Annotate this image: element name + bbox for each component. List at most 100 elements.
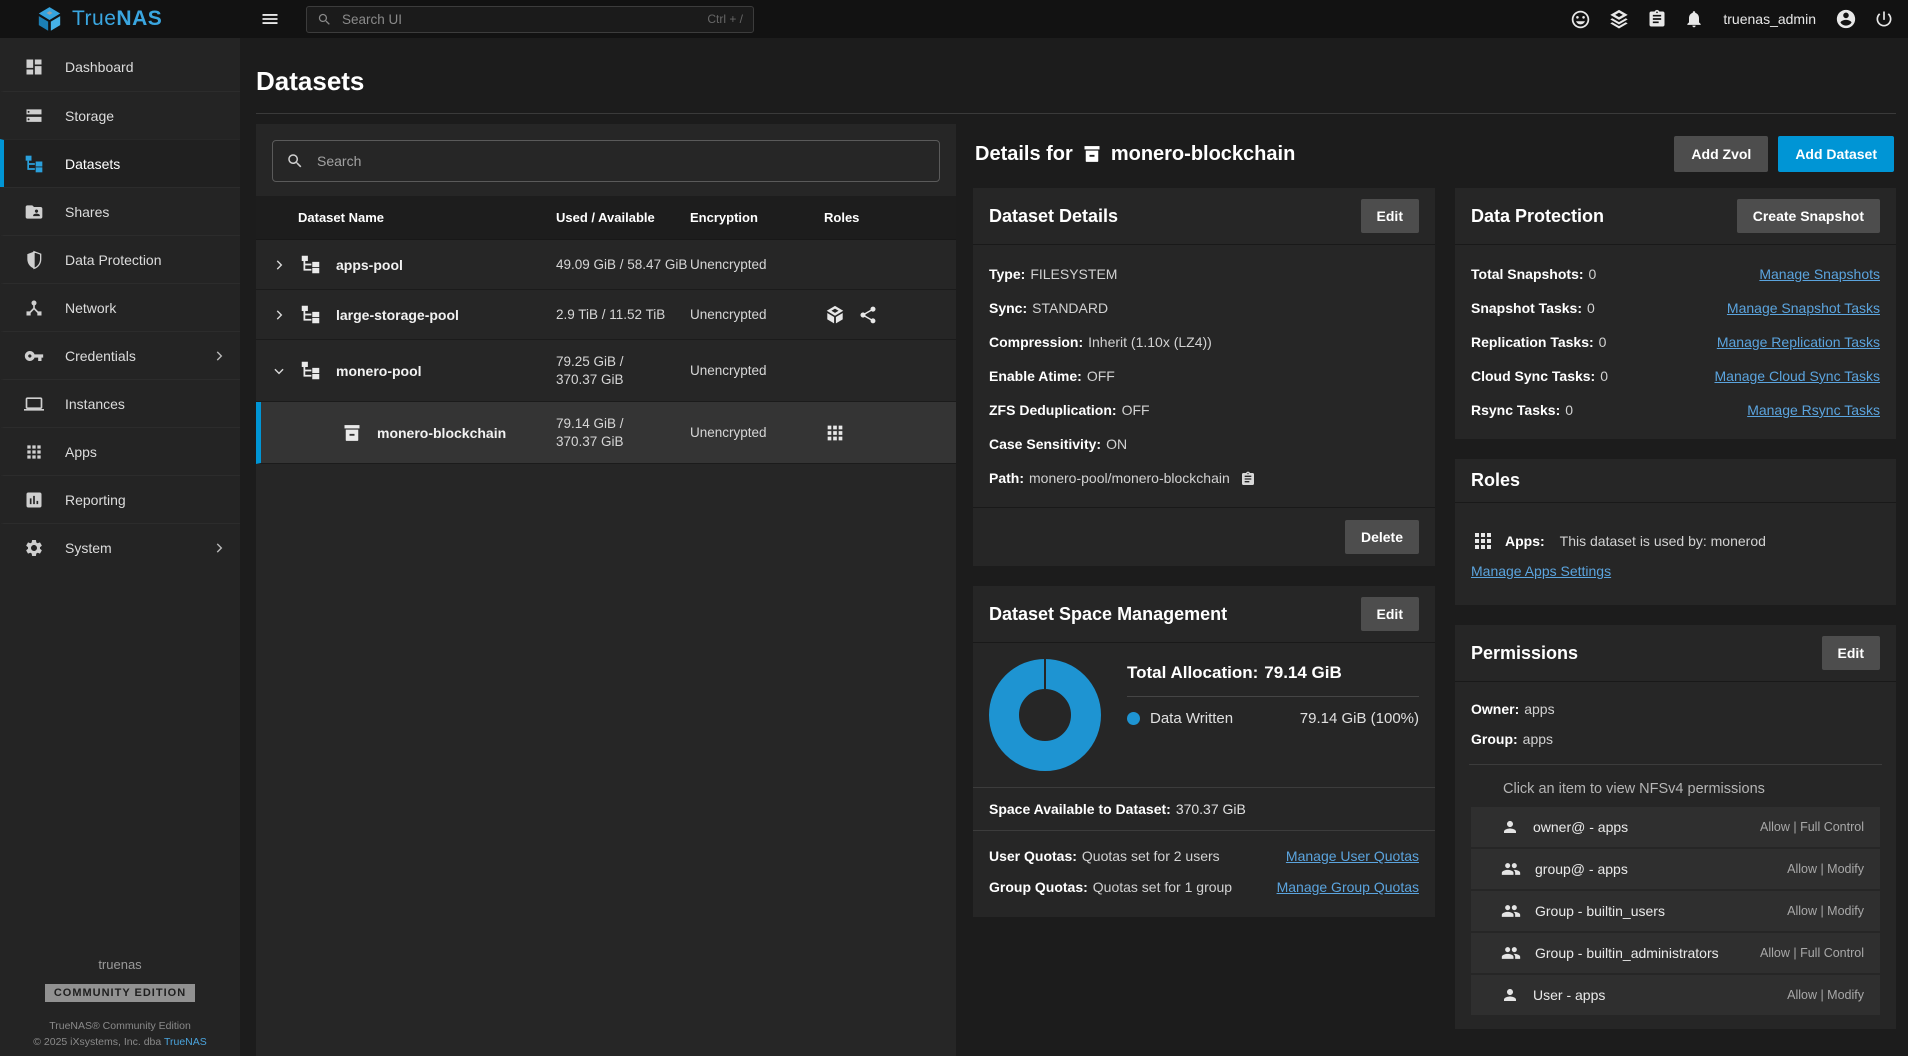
manage-replication-tasks-link[interactable]: Manage Replication Tasks [1717, 325, 1880, 359]
jobs-clipboard-icon[interactable] [1647, 9, 1667, 29]
chevron-right-icon[interactable] [266, 252, 292, 278]
truenas-link[interactable]: TrueNAS [164, 1036, 207, 1048]
legend-data-written: Data Written 79.14 GiB (100%) [1127, 710, 1419, 727]
laptop-icon [24, 394, 44, 414]
page-header: Datasets [256, 38, 1896, 114]
apps-role-row: Apps: This dataset is used by: monerod M… [1471, 515, 1880, 593]
edit-permissions-button[interactable]: Edit [1822, 636, 1880, 670]
sidebar-item-label: Datasets [65, 156, 120, 172]
sidebar-item-label: Data Protection [65, 252, 162, 268]
column-dataset-name: Dataset Name [256, 210, 556, 225]
chevron-down-icon[interactable] [266, 358, 292, 384]
encryption-value: Unencrypted [690, 425, 824, 440]
alerts-bell-icon[interactable] [1684, 9, 1704, 29]
table-row[interactable]: apps-pool 49.09 GiB / 58.47 GiB Unencryp… [256, 240, 956, 290]
apps-grid-icon [24, 442, 44, 462]
person-icon [1501, 986, 1519, 1004]
sidebar-item-storage[interactable]: Storage [0, 91, 240, 139]
apps-grid-icon [1471, 529, 1495, 553]
edit-space-button[interactable]: Edit [1361, 597, 1419, 631]
manage-cloud-sync-tasks-link[interactable]: Manage Cloud Sync Tasks [1715, 359, 1881, 393]
table-row[interactable]: large-storage-pool 2.9 TiB / 11.52 TiB U… [256, 290, 956, 340]
manage-snapshot-tasks-link[interactable]: Manage Snapshot Tasks [1727, 291, 1880, 325]
dataset-tree-panel: Dataset Name Used / Available Encryption… [256, 124, 956, 1056]
permission-item-builtin-users[interactable]: Group - builtin_users Allow | Modify [1471, 891, 1880, 931]
permission-item-owner[interactable]: owner@ - apps Allow | Full Control [1471, 807, 1880, 847]
tree-search[interactable] [272, 140, 940, 182]
feedback-smiley-icon[interactable] [1570, 9, 1591, 30]
product-line: TrueNAS® Community Edition [0, 1020, 240, 1032]
sidebar-item-label: System [65, 540, 112, 556]
gear-icon [24, 538, 44, 558]
sidebar-item-dashboard[interactable]: Dashboard [0, 43, 240, 91]
sidebar-item-system[interactable]: System [0, 523, 240, 571]
card-title: Dataset Space Management [989, 604, 1227, 625]
username-label: truenas_admin [1723, 11, 1816, 27]
sidebar-item-shares[interactable]: Shares [0, 187, 240, 235]
sidebar-item-label: Dashboard [65, 59, 134, 75]
space-management-card: Dataset Space Management Edit Total Allo… [973, 586, 1435, 917]
global-search[interactable]: Ctrl + / [306, 6, 754, 33]
user-quotas-row: User Quotas:Quotas set for 2 users Manag… [989, 841, 1419, 872]
truecommand-icon[interactable] [1608, 8, 1630, 30]
manage-user-quotas-link[interactable]: Manage User Quotas [1286, 841, 1419, 872]
used-available-value: 79.25 GiB /370.37 GiB [556, 353, 690, 389]
sidebar-item-datasets[interactable]: Datasets [0, 139, 240, 187]
details-header: Details for monero-blockchain Add Zvol A… [975, 136, 1894, 172]
manage-snapshots-link[interactable]: Manage Snapshots [1759, 257, 1880, 291]
page-title: Datasets [256, 66, 364, 96]
dataset-details-card: Dataset Details Edit Type:FILESYSTEM Syn… [973, 188, 1435, 566]
dataset-name: large-storage-pool [336, 307, 459, 323]
table-row-selected[interactable]: monero-blockchain 79.14 GiB /370.37 GiB … [256, 402, 956, 464]
sidebar-item-label: Shares [65, 204, 109, 220]
create-snapshot-button[interactable]: Create Snapshot [1737, 199, 1880, 233]
field-zfs-deduplication: ZFS Deduplication:OFF [989, 393, 1419, 427]
copy-path-icon[interactable] [1240, 471, 1256, 487]
share-icon [858, 305, 878, 325]
sidebar-item-data-protection[interactable]: Data Protection [0, 235, 240, 283]
account-icon[interactable] [1835, 8, 1857, 30]
sidebar-item-reporting[interactable]: Reporting [0, 475, 240, 523]
add-zvol-button[interactable]: Add Zvol [1674, 136, 1768, 172]
hostname-label: truenas [0, 957, 240, 972]
field-path: Path:monero-pool/monero-blockchain [989, 461, 1419, 495]
manage-group-quotas-link[interactable]: Manage Group Quotas [1277, 872, 1419, 903]
roles-cell [824, 422, 956, 444]
encryption-value: Unencrypted [690, 257, 824, 272]
dashboard-icon [24, 57, 44, 77]
power-icon[interactable] [1874, 9, 1894, 29]
sidebar-item-credentials[interactable]: Credentials [0, 331, 240, 379]
datasets-tree-icon [24, 154, 44, 174]
permission-item-builtin-administrators[interactable]: Group - builtin_administrators Allow | F… [1471, 933, 1880, 973]
global-search-input[interactable] [340, 11, 699, 28]
edit-dataset-details-button[interactable]: Edit [1361, 199, 1419, 233]
tree-search-input[interactable] [315, 152, 926, 170]
sidebar-item-label: Instances [65, 396, 125, 412]
delete-dataset-button[interactable]: Delete [1345, 520, 1419, 554]
data-protection-card: Data Protection Create Snapshot Total Sn… [1455, 188, 1896, 439]
table-row[interactable]: monero-pool 79.25 GiB /370.37 GiB Unencr… [256, 340, 956, 402]
key-icon [24, 346, 44, 366]
hamburger-menu-icon[interactable] [260, 9, 280, 29]
dataset-tree-icon [300, 254, 321, 275]
sidebar-item-instances[interactable]: Instances [0, 379, 240, 427]
table-header: Dataset Name Used / Available Encryption… [256, 196, 956, 240]
dataset-tree-icon [300, 360, 321, 381]
chevron-right-icon[interactable] [266, 302, 292, 328]
permission-item-group-at[interactable]: group@ - apps Allow | Modify [1471, 849, 1880, 889]
field-enable-atime: Enable Atime:OFF [989, 359, 1419, 393]
manage-rsync-tasks-link[interactable]: Manage Rsync Tasks [1747, 393, 1880, 427]
permission-item-user-apps[interactable]: User - apps Allow | Modify [1471, 975, 1880, 1015]
manage-apps-settings-link[interactable]: Manage Apps Settings [1471, 563, 1611, 579]
sidebar-item-network[interactable]: Network [0, 283, 240, 331]
add-dataset-button[interactable]: Add Dataset [1778, 136, 1894, 172]
search-icon [286, 152, 304, 170]
dataset-icon [1082, 144, 1102, 164]
person-icon [1501, 818, 1519, 836]
used-available-value: 79.14 GiB /370.37 GiB [556, 415, 690, 451]
sidebar-item-apps[interactable]: Apps [0, 427, 240, 475]
shield-icon [24, 250, 44, 270]
topbar-actions: truenas_admin [1570, 8, 1908, 30]
topbar: TrueNAS Ctrl + / truenas_admin [0, 0, 1908, 38]
search-icon [317, 12, 332, 27]
